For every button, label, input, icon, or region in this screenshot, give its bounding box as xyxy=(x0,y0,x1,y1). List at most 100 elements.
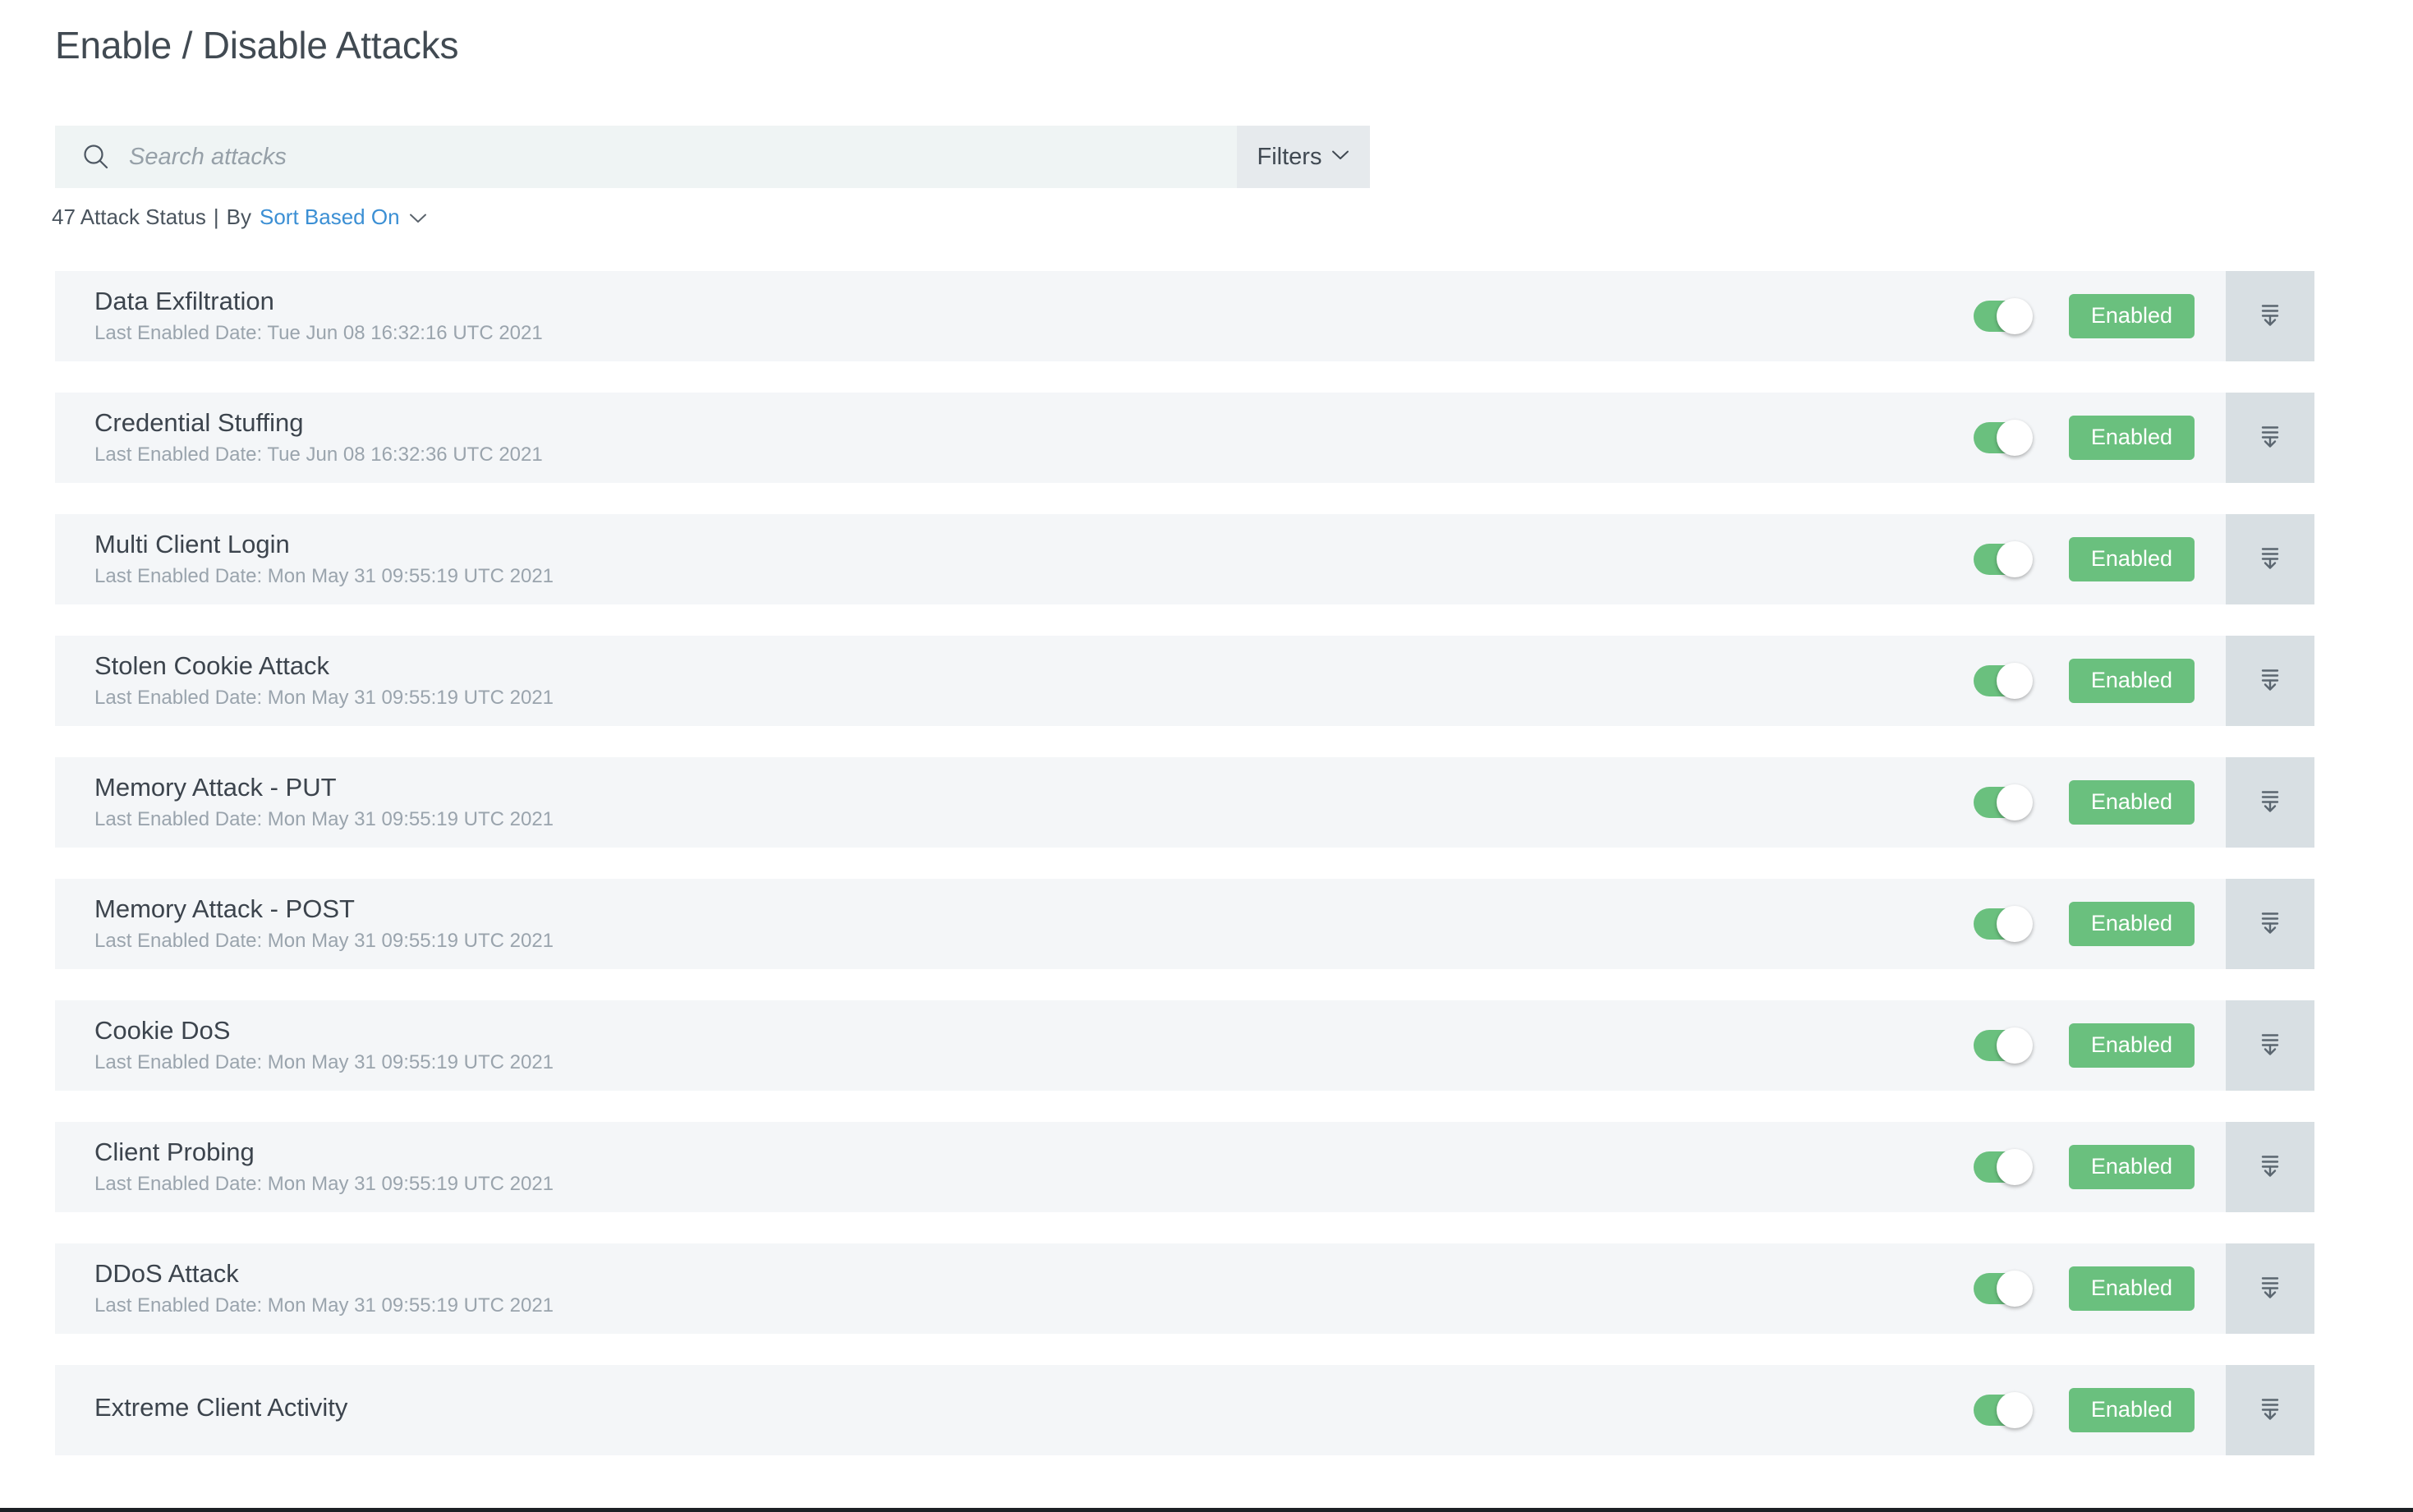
attack-status-button[interactable]: Enabled xyxy=(2068,537,2195,581)
attack-expand-button[interactable] xyxy=(2226,757,2314,848)
attack-info: DDoS Attack Last Enabled Date: Mon May 31… xyxy=(55,1259,1974,1319)
chevron-down-icon[interactable] xyxy=(409,205,427,230)
toggle-knob xyxy=(1996,663,2033,699)
collapse-down-icon xyxy=(2254,420,2287,457)
collapse-down-icon xyxy=(2254,1392,2287,1429)
attack-name: Multi Client Login xyxy=(94,529,290,558)
sort-by-label: By xyxy=(226,205,251,229)
attack-expand-button[interactable] xyxy=(2226,1243,2314,1334)
attack-controls: Enabled xyxy=(1973,416,2226,460)
attack-info: Multi Client Login Last Enabled Date: Mon… xyxy=(55,530,1974,590)
attack-status-button[interactable]: Enabled xyxy=(2068,416,2195,460)
attack-info: Extreme Client Activity xyxy=(55,1393,1974,1428)
search-field[interactable] xyxy=(55,126,1237,188)
attack-row: Data Exfiltration Last Enabled Date: Tue … xyxy=(55,271,2314,361)
attack-toggle-switch[interactable] xyxy=(1973,541,2033,577)
attack-name: DDoS Attack xyxy=(94,1258,239,1288)
toggle-knob xyxy=(1996,298,2033,334)
attack-status-button[interactable]: Enabled xyxy=(2068,780,2195,825)
toggle-knob xyxy=(1996,1392,2033,1428)
attack-info: Memory Attack - POST Last Enabled Date: M… xyxy=(55,894,1974,954)
attack-controls: Enabled xyxy=(1973,659,2226,703)
toggle-knob xyxy=(1996,420,2033,456)
attack-controls: Enabled xyxy=(1973,1266,2226,1311)
collapse-down-icon xyxy=(2254,1149,2287,1186)
toggle-knob xyxy=(1996,1149,2033,1185)
attack-row: Memory Attack - PUT Last Enabled Date: Mo… xyxy=(55,757,2314,848)
attack-name: Data Exfiltration xyxy=(94,286,274,315)
collapse-down-icon xyxy=(2254,906,2287,943)
attack-name: Stolen Cookie Attack xyxy=(94,650,330,680)
attack-toggle-switch[interactable] xyxy=(1973,420,2033,456)
collapse-down-icon xyxy=(2254,1271,2287,1307)
collapse-down-icon xyxy=(2254,784,2287,821)
attack-toggle-switch[interactable] xyxy=(1973,784,2033,820)
collapse-down-icon xyxy=(2254,298,2287,335)
attack-list: Data Exfiltration Last Enabled Date: Tue … xyxy=(55,271,2314,1487)
collapse-down-icon xyxy=(2254,541,2287,578)
attack-toggle-switch[interactable] xyxy=(1973,1271,2033,1307)
attack-status-button[interactable]: Enabled xyxy=(2068,902,2195,946)
search-bar: Filters xyxy=(55,126,1370,188)
attack-status-button[interactable]: Enabled xyxy=(2068,1023,2195,1068)
attack-info: Cookie DoS Last Enabled Date: Mon May 31 … xyxy=(55,1016,1974,1076)
attack-info: Stolen Cookie Attack Last Enabled Date: M… xyxy=(55,651,1974,711)
attack-info: Credential Stuffing Last Enabled Date: Tu… xyxy=(55,408,1974,468)
search-icon xyxy=(81,142,111,172)
attack-toggle-switch[interactable] xyxy=(1973,1027,2033,1064)
attack-row: Client Probing Last Enabled Date: Mon May… xyxy=(55,1122,2314,1212)
attack-toggle-switch[interactable] xyxy=(1973,1392,2033,1428)
sort-based-on-link[interactable]: Sort Based On xyxy=(260,205,400,230)
attack-last-enabled: Last Enabled Date: Tue Jun 08 16:32:16 U… xyxy=(94,322,543,345)
attack-name: Client Probing xyxy=(94,1137,255,1166)
toggle-knob xyxy=(1996,1271,2033,1307)
attack-status-button[interactable]: Enabled xyxy=(2068,1266,2195,1311)
attack-last-enabled: Last Enabled Date: Tue Jun 08 16:32:36 U… xyxy=(94,443,543,466)
attack-status-button[interactable]: Enabled xyxy=(2068,1388,2195,1432)
enable-disable-attacks-page: Enable / Disable Attacks Filters 47 Atta… xyxy=(0,0,2413,1512)
attack-expand-button[interactable] xyxy=(2226,1365,2314,1455)
toggle-knob xyxy=(1996,541,2033,577)
attack-info: Client Probing Last Enabled Date: Mon May… xyxy=(55,1137,1974,1197)
toggle-knob xyxy=(1996,906,2033,942)
attack-expand-button[interactable] xyxy=(2226,514,2314,604)
attack-last-enabled: Last Enabled Date: Mon May 31 09:55:19 U… xyxy=(94,1173,554,1196)
attack-controls: Enabled xyxy=(1973,1388,2226,1432)
attack-expand-button[interactable] xyxy=(2226,1122,2314,1212)
status-separator: | xyxy=(213,205,219,229)
attack-toggle-switch[interactable] xyxy=(1973,906,2033,942)
filters-button[interactable]: Filters xyxy=(1237,126,1370,188)
attack-row: Stolen Cookie Attack Last Enabled Date: M… xyxy=(55,636,2314,726)
attack-controls: Enabled xyxy=(1973,780,2226,825)
toggle-knob xyxy=(1996,1027,2033,1064)
attack-controls: Enabled xyxy=(1973,902,2226,946)
toggle-knob xyxy=(1996,784,2033,820)
attack-toggle-switch[interactable] xyxy=(1973,298,2033,334)
attack-last-enabled: Last Enabled Date: Mon May 31 09:55:19 U… xyxy=(94,1294,554,1317)
attack-controls: Enabled xyxy=(1973,1145,2226,1189)
attack-info: Memory Attack - PUT Last Enabled Date: Mo… xyxy=(55,773,1974,833)
attack-expand-button[interactable] xyxy=(2226,271,2314,361)
filters-label: Filters xyxy=(1257,143,1322,170)
attack-name: Credential Stuffing xyxy=(94,407,304,437)
attack-expand-button[interactable] xyxy=(2226,1000,2314,1091)
attack-controls: Enabled xyxy=(1973,537,2226,581)
attack-name: Cookie DoS xyxy=(94,1015,231,1045)
collapse-down-icon xyxy=(2254,1027,2287,1064)
attack-toggle-switch[interactable] xyxy=(1973,1149,2033,1185)
attack-row: Memory Attack - POST Last Enabled Date: M… xyxy=(55,879,2314,969)
attack-last-enabled: Last Enabled Date: Mon May 31 09:55:19 U… xyxy=(94,565,554,588)
collapse-down-icon xyxy=(2254,663,2287,700)
attack-status-button[interactable]: Enabled xyxy=(2068,1145,2195,1189)
attack-expand-button[interactable] xyxy=(2226,636,2314,726)
attack-expand-button[interactable] xyxy=(2226,879,2314,969)
attack-expand-button[interactable] xyxy=(2226,393,2314,483)
page-title: Enable / Disable Attacks xyxy=(55,24,459,67)
attack-name: Memory Attack - PUT xyxy=(94,772,337,802)
attack-status-button[interactable]: Enabled xyxy=(2068,659,2195,703)
attack-toggle-switch[interactable] xyxy=(1973,663,2033,699)
attack-status-button[interactable]: Enabled xyxy=(2068,294,2195,338)
attack-last-enabled: Last Enabled Date: Mon May 31 09:55:19 U… xyxy=(94,808,554,831)
search-input[interactable] xyxy=(129,126,1237,188)
attack-last-enabled: Last Enabled Date: Mon May 31 09:55:19 U… xyxy=(94,1051,554,1074)
